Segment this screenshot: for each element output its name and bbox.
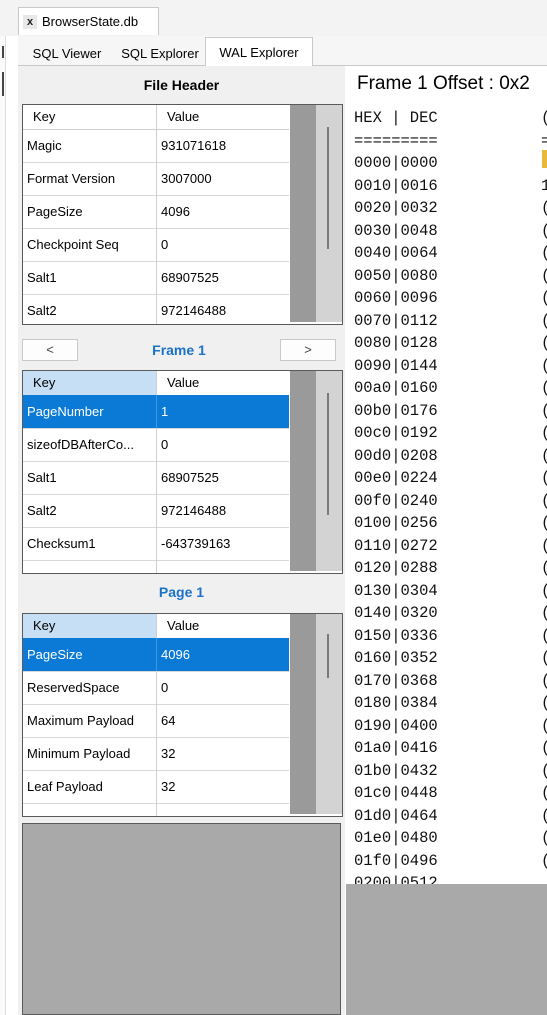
column-header-value[interactable]: Value <box>157 614 289 638</box>
column-header-value[interactable]: Value <box>157 371 289 395</box>
row-value: 0 <box>161 237 169 252</box>
row-key: Checkpoint Seq <box>23 228 157 261</box>
table-row[interactable]: Checkpoint Seq 0 <box>23 228 289 262</box>
table-row[interactable]: Salt2 972146488 <box>23 294 289 324</box>
row-value <box>157 560 289 573</box>
table-row[interactable]: sizeofDBAfterCo... 0 <box>23 428 289 462</box>
row-value: 68907525 <box>161 270 219 285</box>
row-value: 1 <box>161 404 169 419</box>
row-key: Leaf Payload <box>23 770 157 803</box>
row-value: 4096 <box>161 647 190 662</box>
scrollbar-thumb[interactable] <box>327 393 329 515</box>
table-row-selected[interactable]: PageNumber 1 <box>23 395 289 429</box>
row-value: 931071618 <box>161 138 227 153</box>
table-row[interactable]: Salt1 68907525 <box>23 261 289 295</box>
view-tabs: SQL Viewer SQL Explorer WAL Explorer <box>18 36 547 68</box>
row-key <box>23 803 157 816</box>
file-header-title: File Header <box>143 77 220 93</box>
row-key: PageNumber <box>23 395 157 428</box>
table-row[interactable]: Magic 931071618 <box>23 129 289 163</box>
column-header-value[interactable]: Value <box>157 105 289 129</box>
vertical-scrollbar[interactable] <box>290 371 342 571</box>
page-grid[interactable]: Key Value PageSize 4096 ReservedSpace 0 … <box>22 613 343 817</box>
row-value: 68907525 <box>161 470 219 485</box>
grid-header: Key Value <box>23 105 289 130</box>
vertical-scrollbar[interactable] <box>290 105 342 322</box>
row-value: 32 <box>161 779 176 794</box>
row-key: Salt2 <box>23 494 157 527</box>
prev-frame-button[interactable]: < <box>22 339 78 361</box>
table-row[interactable]: Salt1 68907525 <box>23 461 289 495</box>
hex-bottom-panel <box>346 884 547 1015</box>
table-row[interactable]: Leaf Payload 32 <box>23 770 289 804</box>
row-key: sizeofDBAfterCo... <box>23 428 157 461</box>
table-row[interactable]: Salt2 972146488 <box>23 494 289 528</box>
grid-header: Key Value <box>23 614 289 639</box>
row-value: -643739163 <box>161 536 231 551</box>
row-value: 3007000 <box>161 171 212 186</box>
column-header-key[interactable]: Key <box>23 371 157 395</box>
table-row[interactable]: ReservedSpace 0 <box>23 671 289 705</box>
row-key: PageSize <box>23 638 157 671</box>
table-row[interactable]: Checksum1 -643739163 <box>23 527 289 561</box>
row-key: PageSize <box>23 195 157 228</box>
vertical-scrollbar[interactable] <box>290 614 342 814</box>
scrollbar-track <box>290 614 316 814</box>
frame-grid[interactable]: Key Value PageNumber 1 sizeofDBAfterCo..… <box>22 370 343 574</box>
row-key: Format Version <box>23 162 157 195</box>
row-value: 972146488 <box>161 503 227 518</box>
file-header-grid[interactable]: Key Value Magic 931071618 Format Version… <box>22 104 343 325</box>
empty-panel <box>22 823 341 1015</box>
row-value: 972146488 <box>161 303 227 318</box>
row-value: 4096 <box>161 204 190 219</box>
row-key: Salt2 <box>23 294 157 324</box>
row-key: Magic <box>23 129 157 162</box>
table-row[interactable] <box>23 803 289 816</box>
column-header-key[interactable]: Key <box>23 614 157 638</box>
row-key: Maximum Payload <box>23 704 157 737</box>
edge-marker <box>2 46 4 58</box>
row-value <box>157 803 289 816</box>
table-row-selected[interactable]: PageSize 4096 <box>23 638 289 672</box>
row-key: Salt1 <box>23 261 157 294</box>
row-key: ReservedSpace <box>23 671 157 704</box>
hex-offsets[interactable]: HEX | DEC ========= 0000|0000 0010|0016 … <box>354 107 438 895</box>
next-frame-button[interactable]: > <box>280 339 336 361</box>
left-edge-strip <box>0 36 6 1015</box>
table-row[interactable] <box>23 560 289 573</box>
grid-header: Key Value <box>23 371 289 396</box>
document-tab-title: BrowserState.db <box>42 14 139 29</box>
row-key: Salt1 <box>23 461 157 494</box>
row-key: Minimum Payload <box>23 737 157 770</box>
tab-wal-explorer[interactable]: WAL Explorer <box>205 37 313 68</box>
row-value: 0 <box>161 437 169 452</box>
tab-sql-viewer[interactable]: SQL Viewer <box>20 41 114 65</box>
table-row[interactable]: PageSize 4096 <box>23 195 289 229</box>
table-row[interactable]: Minimum Payload 32 <box>23 737 289 771</box>
table-row[interactable]: Format Version 3007000 <box>23 162 289 196</box>
scrollbar-track <box>290 371 316 571</box>
hex-view-title: Frame 1 Offset : 0x2 <box>357 73 530 94</box>
close-icon[interactable]: x <box>23 14 37 29</box>
row-value: 32 <box>161 746 176 761</box>
scrollbar-thumb[interactable] <box>327 634 329 678</box>
scrollbar-thumb[interactable] <box>327 127 329 249</box>
row-value: 64 <box>161 713 176 728</box>
document-tab-browserstate[interactable]: x BrowserState.db <box>18 7 159 35</box>
tab-sql-explorer[interactable]: SQL Explorer <box>114 41 206 65</box>
row-value: 0 <box>161 680 169 695</box>
frame-title: Frame 1 <box>152 342 206 358</box>
row-key: Checksum1 <box>23 527 157 560</box>
scrollbar-track <box>290 105 316 322</box>
hex-bytes-column[interactable]: ( = 1 ( ( ( ( ( ( ( ( ( ( ( ( ( ( ( ( ( … <box>541 107 547 872</box>
edge-marker <box>2 72 4 96</box>
table-row[interactable]: Maximum Payload 64 <box>23 704 289 738</box>
page-title: Page 1 <box>158 584 205 600</box>
row-key <box>23 560 157 573</box>
column-header-key[interactable]: Key <box>23 105 157 129</box>
